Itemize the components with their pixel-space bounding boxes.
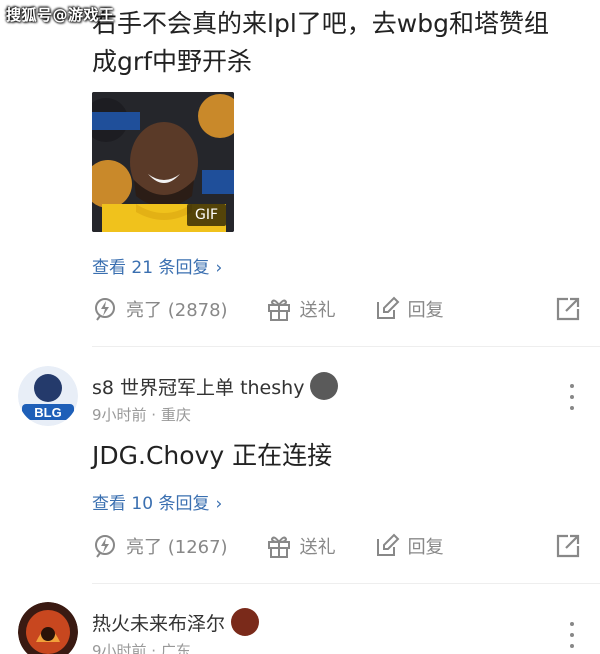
gift-label: 送礼 <box>299 537 336 558</box>
like-button[interactable]: 亮了 (2878) <box>92 296 228 322</box>
gift-label: 送礼 <box>299 300 336 321</box>
gif-badge: GIF <box>186 204 226 226</box>
comment-1-text-line-1: 右手不会真的来lpl了吧，去wbg和塔赞组 <box>92 9 549 38</box>
avatar-image <box>18 602 78 654</box>
gift-icon <box>266 533 292 559</box>
gift-button[interactable]: 送礼 <box>266 533 336 559</box>
gift-button[interactable]: 送礼 <box>266 296 336 322</box>
like-button[interactable]: 亮了 (1267) <box>92 533 228 559</box>
comment-1-text-line-2: 成grf中野开杀 <box>92 47 252 76</box>
edit-reply-icon <box>374 296 400 322</box>
share-icon[interactable] <box>554 295 582 323</box>
chevron-right-icon: › <box>215 258 223 278</box>
username-text: 热火未来布泽尔 <box>92 612 226 635</box>
lightning-like-icon <box>92 533 118 559</box>
edit-reply-icon <box>374 533 400 559</box>
avatar[interactable] <box>18 602 78 654</box>
comment-1-action-bar: 亮了 (2878) 送礼 回复 <box>92 291 582 327</box>
comment-2-meta: 9小时前 · 重庆 <box>92 406 191 424</box>
view-replies-label: 查看 10 条回复 <box>92 494 210 514</box>
comment-2-text: JDG.Chovy 正在连接 <box>92 441 333 470</box>
more-vertical-icon[interactable] <box>568 622 576 648</box>
reply-label: 回复 <box>407 537 444 558</box>
reply-button[interactable]: 回复 <box>374 296 444 322</box>
comment-2-view-replies-link[interactable]: 查看 10 条回复 › <box>92 489 222 514</box>
like-count: 亮了 (1267) <box>126 537 228 558</box>
comment-2-action-bar: 亮了 (1267) 送礼 回复 <box>92 528 582 564</box>
divider <box>92 346 600 347</box>
svg-text:BLG: BLG <box>34 405 61 420</box>
user-badge-icon <box>310 372 339 400</box>
source-watermark: 搜狐号@游戏王 <box>6 6 115 24</box>
user-badge-icon <box>231 608 260 636</box>
reply-label: 回复 <box>407 300 444 321</box>
comment-1-view-replies-link[interactable]: 查看 21 条回复 › <box>92 253 222 278</box>
share-icon[interactable] <box>554 532 582 560</box>
lightning-like-icon <box>92 296 118 322</box>
comment-3-meta: 9小时前 · 广东 <box>92 642 191 654</box>
divider <box>92 583 600 584</box>
avatar-image: BLG <box>18 366 78 426</box>
comment-2-username[interactable]: s8 世界冠军上单 theshy <box>92 372 339 400</box>
gift-icon <box>266 296 292 322</box>
like-count: 亮了 (2878) <box>126 300 228 321</box>
view-replies-label: 查看 21 条回复 <box>92 258 210 278</box>
chevron-right-icon: › <box>215 494 223 514</box>
comment-3-username[interactable]: 热火未来布泽尔 <box>92 608 260 636</box>
reply-button[interactable]: 回复 <box>374 533 444 559</box>
more-vertical-icon[interactable] <box>568 384 576 410</box>
username-text: s8 世界冠军上单 theshy <box>92 376 305 399</box>
avatar[interactable]: BLG <box>18 366 78 426</box>
comment-1-gif[interactable]: GIF <box>92 92 234 232</box>
